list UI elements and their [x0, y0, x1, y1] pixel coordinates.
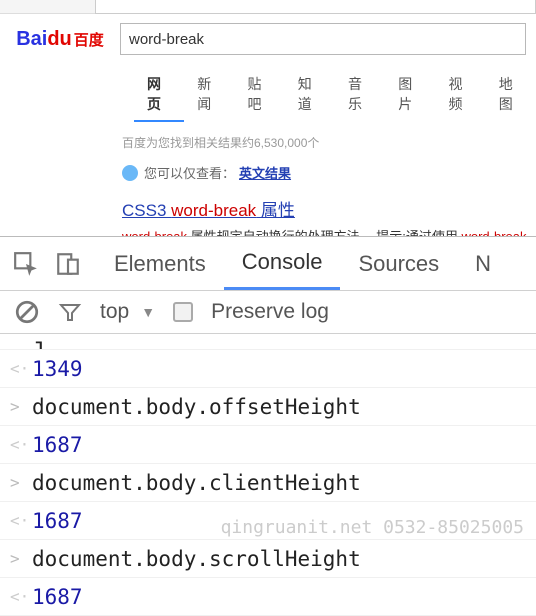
nav-tab-web[interactable]: 网页	[134, 68, 184, 122]
output-arrow-icon: <·	[10, 587, 32, 606]
output-arrow-icon: <·	[10, 359, 32, 378]
devtools-panel: Elements Console Sources N top ▼ Preserv…	[0, 236, 536, 616]
tab-sources[interactable]: Sources	[340, 239, 457, 289]
watermark-text: qingruanit.net 0532-85025005	[221, 517, 524, 538]
console-toolbar: top ▼ Preserve log	[0, 291, 536, 334]
logo-text-chinese: 百度	[74, 29, 104, 50]
nav-tab-map[interactable]: 地图	[486, 68, 536, 122]
console-line-output: <· 1687	[0, 578, 536, 616]
logo-text-bai: Bai	[16, 28, 47, 50]
tab-console[interactable]: Console	[224, 237, 341, 290]
console-value: 1687	[32, 585, 83, 609]
console-line-output: <· 1349	[0, 350, 536, 388]
suggest-row: 您可以仅查看： 英文结果	[122, 163, 536, 182]
console-value: 1687	[32, 509, 83, 533]
output-arrow-icon: <·	[10, 511, 32, 530]
nav-tab-music[interactable]: 音乐	[335, 68, 385, 122]
console-code: document.body.offsetHeight	[32, 395, 361, 419]
baidu-logo[interactable]: Baidu 百度	[10, 22, 110, 56]
nav-tab-news[interactable]: 新闻	[184, 68, 234, 122]
console-line-input: > document.body.scrollHeight	[0, 540, 536, 578]
context-dropdown[interactable]: top ▼	[100, 300, 155, 324]
search-box[interactable]	[120, 23, 526, 55]
results-count: 百度为您找到相关结果约6,530,000个	[122, 134, 536, 151]
logo-text-du: du	[47, 28, 71, 50]
tab-more[interactable]: N	[457, 239, 509, 289]
console-value: 1349	[32, 357, 83, 381]
search-header: Baidu 百度	[0, 14, 536, 60]
console-code: document.body.scrollHeight	[32, 547, 361, 571]
inspect-icon[interactable]	[12, 250, 40, 278]
console-line-output: <· 1687	[0, 426, 536, 464]
browser-chrome-top	[0, 0, 536, 14]
result-title-keyword: word-break	[171, 201, 256, 220]
result-title-post: 属性	[256, 201, 295, 220]
console-body[interactable]: J <· 1349 > document.body.offsetHeight <…	[0, 334, 536, 616]
tab-elements[interactable]: Elements	[96, 239, 224, 289]
input-arrow-icon: >	[10, 549, 32, 568]
input-arrow-icon: >	[10, 397, 32, 416]
output-arrow-icon: <·	[10, 435, 32, 454]
nav-tabs: 网页 新闻 贴吧 知道 音乐 图片 视频 地图	[0, 60, 536, 122]
console-line-input: > document.body.clientHeight	[0, 464, 536, 502]
device-icon[interactable]	[54, 250, 82, 278]
globe-icon	[122, 165, 138, 181]
devtools-tabbar: Elements Console Sources N	[0, 237, 536, 291]
suggest-link[interactable]: 英文结果	[239, 163, 291, 182]
filter-icon[interactable]	[58, 300, 82, 324]
chevron-down-icon: ▼	[141, 304, 155, 320]
clear-console-icon[interactable]	[14, 299, 40, 325]
console-line-input: > document.body.offsetHeight	[0, 388, 536, 426]
suggest-label: 您可以仅查看：	[144, 163, 235, 182]
input-arrow-icon: >	[10, 473, 32, 492]
preserve-log-label: Preserve log	[211, 300, 329, 324]
nav-tab-image[interactable]: 图片	[385, 68, 435, 122]
console-line-truncated: J	[0, 338, 536, 350]
preserve-log-checkbox[interactable]	[173, 302, 193, 322]
console-value: 1687	[32, 433, 83, 457]
nav-tab-video[interactable]: 视频	[436, 68, 486, 122]
context-label: top	[100, 300, 129, 324]
nav-tab-tieba[interactable]: 贴吧	[235, 68, 285, 122]
console-code: document.body.clientHeight	[32, 471, 361, 495]
result-title-pre: CSS3	[122, 201, 171, 220]
result-title[interactable]: CSS3 word-break 属性	[122, 196, 536, 221]
nav-tab-zhidao[interactable]: 知道	[285, 68, 335, 122]
search-input[interactable]	[129, 31, 517, 48]
url-bar[interactable]	[95, 0, 536, 14]
